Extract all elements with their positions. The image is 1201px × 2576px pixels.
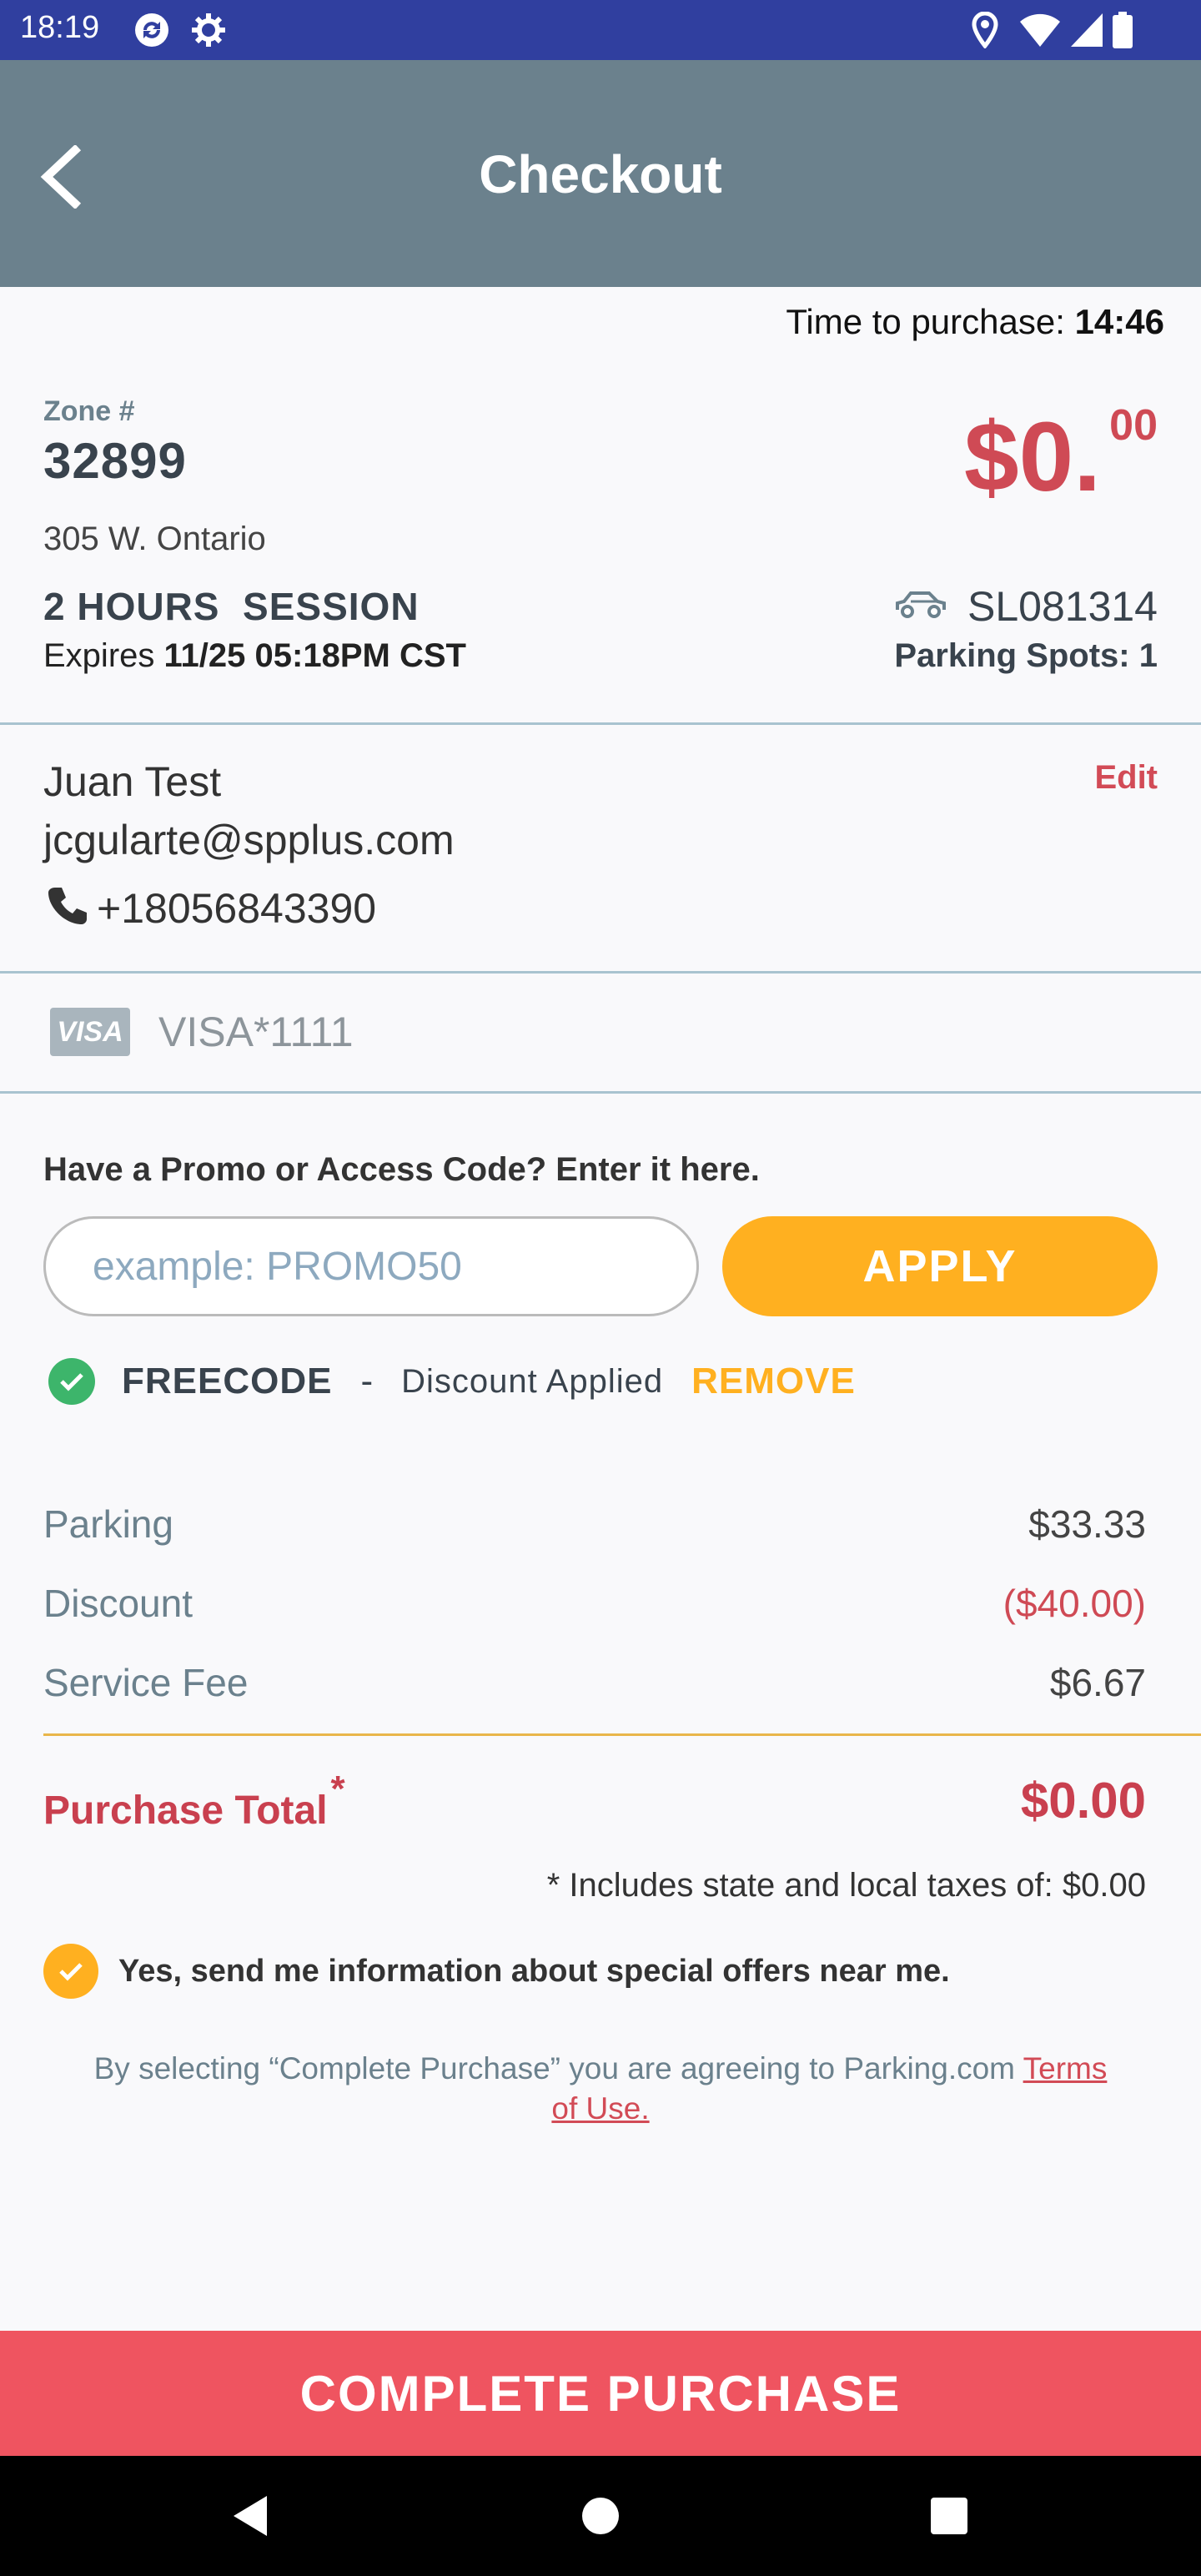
phone-icon (43, 883, 90, 933)
taxes-note: * Includes state and local taxes of: $0.… (546, 1867, 1146, 1904)
service-fee-value: $6.67 (1049, 1661, 1146, 1704)
agreement-text: By selecting “Complete Purchase” you are… (93, 2051, 1023, 2085)
spots-label: Parking Spots: (894, 637, 1130, 674)
parking-value: $33.33 (1028, 1502, 1146, 1546)
special-offers-checkbox[interactable]: Yes, send me information about special o… (43, 1944, 950, 1999)
visa-card-icon: VISA (50, 1008, 130, 1056)
edit-contact-link[interactable]: Edit (1094, 759, 1158, 797)
parking-label: Parking (43, 1502, 173, 1546)
remove-promo-link[interactable]: REMOVE (691, 1361, 856, 1402)
page-title: Checkout (479, 144, 722, 204)
applied-promo-row: FREECODE - Discount Applied REMOVE (48, 1355, 856, 1408)
discount-applied-text: Discount Applied (401, 1362, 664, 1400)
purchase-total-value: $0.00 (1020, 1773, 1146, 1829)
zone-address: 305 W. Ontario (43, 521, 266, 557)
nav-home-icon[interactable] (575, 2491, 626, 2541)
system-nav-bar (0, 2456, 1201, 2576)
nav-recents-icon[interactable] (924, 2491, 974, 2541)
contact-name: Juan Test (43, 758, 222, 805)
nav-back-icon[interactable] (225, 2491, 275, 2541)
price-dollars: $0. (963, 402, 1101, 512)
settings-icon (190, 12, 227, 48)
timer-label: Time to purchase: (786, 302, 1065, 341)
session-expires: Expires 11/25 05:18PM CST (43, 637, 466, 675)
battery-icon (1113, 12, 1133, 48)
license-plate: SL081314 (967, 583, 1158, 630)
status-bar: 18:19 (0, 0, 1201, 60)
car-icon (892, 588, 947, 626)
applied-separator: - (360, 1361, 374, 1401)
parking-spots: Parking Spots: 1 (894, 637, 1158, 675)
check-circle-icon (48, 1358, 95, 1405)
session-duration: 2 HOURS SESSION (43, 585, 420, 628)
sync-icon (133, 12, 170, 48)
wifi-icon (1019, 12, 1061, 48)
discount-label: Discount (43, 1582, 193, 1625)
complete-purchase-button[interactable]: COMPLETE PURCHASE (0, 2331, 1201, 2456)
timer-value: 14:46 (1074, 302, 1164, 341)
terms-agreement: By selecting “Complete Purchase” you are… (83, 2049, 1118, 2129)
app-bar: Checkout (0, 60, 1201, 287)
purchase-total-marker: * (330, 1768, 345, 1809)
apply-button[interactable]: APPLY (722, 1216, 1158, 1316)
expires-label: Expires (43, 637, 155, 674)
service-fee-label: Service Fee (43, 1661, 249, 1704)
signal-icon (1069, 12, 1104, 48)
price-cents: 00 (1109, 401, 1158, 450)
checkbox-checked-icon[interactable] (43, 1944, 98, 1999)
contact-email: jcgularte@spplus.com (43, 817, 455, 863)
purchase-total-text: Purchase Total (43, 1789, 328, 1833)
divider (0, 722, 1201, 725)
promo-title: Have a Promo or Access Code? Enter it he… (43, 1151, 760, 1188)
divider (0, 1091, 1201, 1094)
divider (43, 1733, 1201, 1736)
contact-phone: +18056843390 (97, 884, 377, 932)
applied-promo-code: FREECODE (122, 1361, 333, 1401)
contact-phone-row: +18056843390 (43, 883, 376, 933)
expires-value: 11/25 05:18PM CST (163, 637, 466, 674)
status-time: 18:19 (20, 10, 100, 45)
special-offers-label: Yes, send me information about special o… (118, 1953, 950, 1989)
payment-card[interactable]: VISA*1111 (158, 1008, 354, 1056)
spots-value: 1 (1138, 637, 1158, 674)
zone-number: 32899 (43, 433, 187, 489)
vehicle-row: SL081314 (892, 582, 1158, 631)
zone-label: Zone # (43, 395, 135, 427)
purchase-total-label: Purchase Total* (43, 1768, 345, 1834)
location-icon (971, 11, 999, 49)
purchase-timer: Time to purchase: 14:46 (786, 302, 1164, 342)
discount-value: ($40.00) (1003, 1582, 1146, 1625)
divider (0, 971, 1201, 974)
promo-code-input[interactable] (43, 1216, 699, 1316)
